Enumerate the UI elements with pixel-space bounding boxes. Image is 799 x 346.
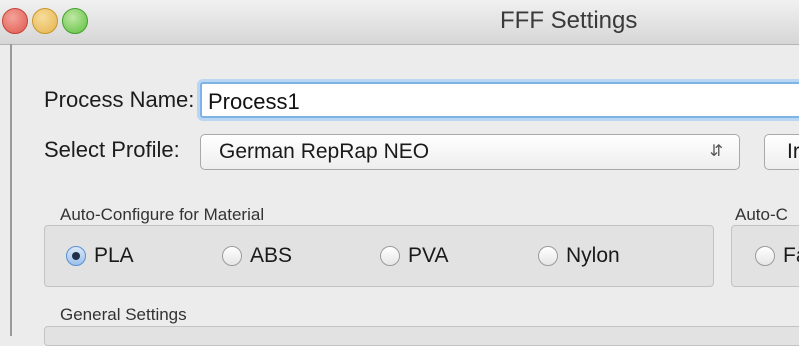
process-name-label: Process Name: [44, 87, 195, 112]
radio-second-option-label: Fa [783, 244, 799, 267]
radio-second-option[interactable]: Fa [755, 241, 799, 271]
minimize-window-button[interactable] [32, 8, 58, 34]
profile-side-button[interactable]: Ir [764, 134, 799, 170]
window-title: FFF Settings [500, 7, 638, 34]
profile-select[interactable]: German RepRap NEO ⇵ [200, 134, 740, 170]
general-settings-title: General Settings [60, 305, 187, 324]
radio-pla[interactable]: PLA [66, 241, 134, 271]
window-edge [10, 44, 12, 336]
second-group-title: Auto-C [735, 205, 788, 224]
close-window-button[interactable] [2, 8, 28, 34]
radio-unselected-icon [538, 246, 558, 266]
general-settings-box [44, 326, 799, 346]
radio-unselected-icon [380, 246, 400, 266]
select-profile-label: Select Profile: [44, 137, 180, 162]
radio-selected-icon [66, 246, 86, 266]
profile-select-value: German RepRap NEO [219, 140, 430, 163]
radio-unselected-icon [755, 246, 775, 266]
radio-pla-label: PLA [94, 244, 134, 267]
radio-abs-label: ABS [250, 244, 293, 267]
radio-pva-label: PVA [408, 244, 449, 267]
radio-nylon[interactable]: Nylon [538, 241, 620, 271]
radio-pva[interactable]: PVA [380, 241, 448, 271]
zoom-window-button[interactable] [62, 8, 88, 34]
radio-nylon-label: Nylon [566, 244, 620, 267]
title-bar: FFF Settings [0, 0, 799, 45]
radio-unselected-icon [222, 246, 242, 266]
select-arrows-icon: ⇵ [709, 143, 723, 160]
process-name-input[interactable]: Process1 [200, 82, 799, 118]
material-group-title: Auto-Configure for Material [60, 205, 265, 224]
radio-abs[interactable]: ABS [222, 241, 292, 271]
